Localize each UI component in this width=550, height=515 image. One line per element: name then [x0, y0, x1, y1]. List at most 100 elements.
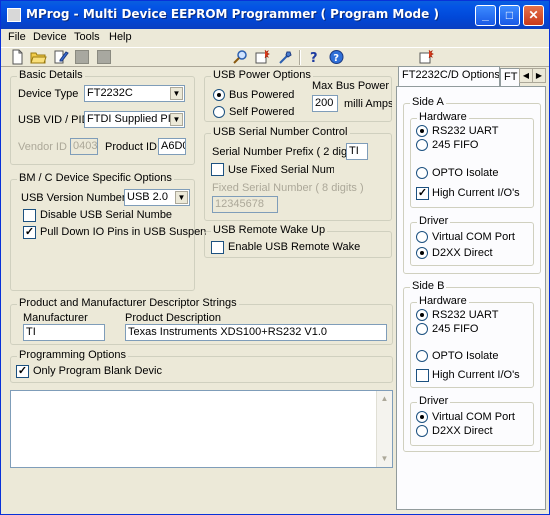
edit-icon[interactable]: [52, 49, 69, 65]
side-a-fifo-label: 245 FIFO: [432, 139, 479, 151]
disabled-icon: [75, 50, 89, 64]
group-title: Basic Details: [17, 69, 85, 81]
menu-bar: File Device Tools Help: [1, 29, 549, 47]
scroll-up-icon[interactable]: ▲: [377, 391, 392, 407]
dropdown-arrow-icon: ▼: [170, 87, 183, 100]
serial-control-group: USB Serial Number Control Serial Number …: [204, 126, 392, 221]
fixed-serial-field: 12345678: [212, 196, 278, 213]
side-a-opto-radio[interactable]: [416, 167, 428, 179]
use-fixed-serial-checkbox[interactable]: [211, 163, 224, 176]
side-b-hardware-group: Hardware RS232 UART 245 FIFO OPTO Isolat…: [410, 295, 534, 388]
usb-version-select[interactable]: USB 2.0 ▼: [124, 189, 190, 206]
open-folder-icon[interactable]: [30, 49, 47, 65]
menu-file[interactable]: File: [8, 31, 26, 43]
menu-help[interactable]: Help: [109, 31, 132, 43]
side-b-rs232-label: RS232 UART: [432, 309, 499, 321]
product-id-label: Product ID: [105, 141, 157, 153]
side-b-rs232-radio[interactable]: [416, 309, 428, 321]
side-a-rs232-radio[interactable]: [416, 125, 428, 137]
max-bus-power-label: Max Bus Power: [312, 80, 390, 92]
side-a-vcp-radio[interactable]: [416, 231, 428, 243]
tab-scroll-left-icon[interactable]: ◀: [519, 68, 533, 83]
settings-icon[interactable]: [277, 49, 294, 65]
log-output[interactable]: ▲ ▼: [10, 390, 393, 468]
search-icon[interactable]: [232, 49, 249, 65]
side-b-group: Side B Hardware RS232 UART 245 FIFO OPTO…: [403, 280, 541, 452]
vidpid-select[interactable]: FTDI Supplied PID ▼: [84, 111, 185, 128]
app-icon: [7, 8, 21, 22]
new-file-icon[interactable]: [9, 49, 26, 65]
group-title: Product and Manufacturer Descriptor Stri…: [17, 297, 239, 309]
usb-version-label: USB Version Number: [21, 192, 126, 204]
blank-only-checkbox[interactable]: ✓: [16, 365, 29, 378]
group-title: Driver: [417, 395, 451, 407]
remote-wake-checkbox[interactable]: [211, 241, 224, 254]
bus-powered-radio[interactable]: [213, 89, 225, 101]
svg-text:?: ?: [310, 51, 318, 65]
fixed-serial-label: Fixed Serial Number ( 8 digits ): [212, 182, 364, 194]
maximize-button[interactable]: □: [499, 5, 520, 26]
menu-tools[interactable]: Tools: [74, 31, 100, 43]
product-id-field[interactable]: A6D0: [158, 138, 186, 155]
window-title: MProg - Multi Device EEPROM Programmer (…: [26, 7, 439, 21]
side-a-group: Side A Hardware RS232 UART 245 FIFO OPTO…: [403, 96, 541, 274]
product-description-label: Product Description: [125, 312, 221, 324]
program-device-icon[interactable]: [254, 49, 271, 65]
vidpid-label: USB VID / PID: [18, 114, 90, 126]
tab-ft[interactable]: FT: [500, 68, 520, 86]
side-a-high-current-checkbox[interactable]: ✓: [416, 187, 429, 200]
tab-scroll-right-icon[interactable]: ▶: [532, 68, 546, 83]
side-b-vcp-radio[interactable]: [416, 411, 428, 423]
dropdown-arrow-icon: ▼: [175, 191, 188, 204]
side-a-fifo-radio[interactable]: [416, 139, 428, 151]
close-button[interactable]: ✕: [523, 5, 544, 26]
side-b-vcp-label: Virtual COM Port: [432, 411, 515, 423]
side-b-high-current-label: High Current I/O's: [432, 369, 520, 381]
tab-page: Side A Hardware RS232 UART 245 FIFO OPTO…: [396, 86, 546, 510]
side-a-hardware-group: Hardware RS232 UART 245 FIFO OPTO Isolat…: [410, 111, 534, 208]
milli-amps-label: milli Amps: [344, 98, 392, 110]
device-type-select[interactable]: FT2232C ▼: [84, 85, 185, 102]
programming-options-group: Programming Options ✓ Only Program Blank…: [10, 349, 393, 383]
log-scrollbar[interactable]: ▲ ▼: [376, 391, 392, 467]
status-bar: [1, 499, 549, 514]
serial-prefix-field[interactable]: TI: [346, 143, 368, 160]
vidpid-value: FTDI Supplied PID: [87, 113, 179, 125]
manufacturer-label: Manufacturer: [23, 312, 88, 324]
group-title: USB Remote Wake Up: [211, 224, 328, 236]
vendor-id-label: Vendor ID: [18, 141, 67, 153]
tab-ft2232c-options[interactable]: FT2232C/D Options: [398, 66, 500, 86]
side-b-high-current-checkbox[interactable]: [416, 369, 429, 382]
side-b-d2xx-radio[interactable]: [416, 425, 428, 437]
side-a-d2xx-label: D2XX Direct: [432, 247, 493, 259]
group-title: USB Power Options: [211, 69, 313, 81]
disable-serial-checkbox[interactable]: [23, 209, 36, 222]
minimize-button[interactable]: _: [475, 5, 496, 26]
group-title: Hardware: [417, 295, 469, 307]
self-powered-radio[interactable]: [213, 106, 225, 118]
side-b-fifo-radio[interactable]: [416, 323, 428, 335]
group-title: Side A: [410, 96, 446, 108]
info-icon[interactable]: ?: [328, 49, 345, 65]
svg-text:?: ?: [333, 53, 339, 64]
group-title: BM / C Device Specific Options: [17, 172, 174, 184]
basic-details-group: Basic Details Device Type FT2232C ▼ USB …: [10, 69, 195, 165]
pulldown-label: Pull Down IO Pins in USB Suspen: [40, 226, 207, 238]
title-bar[interactable]: MProg - Multi Device EEPROM Programmer (…: [1, 1, 549, 29]
max-bus-power-field[interactable]: 200: [312, 95, 338, 112]
side-b-fifo-label: 245 FIFO: [432, 323, 479, 335]
side-b-opto-radio[interactable]: [416, 350, 428, 362]
pulldown-checkbox[interactable]: ✓: [23, 226, 36, 239]
blank-only-label: Only Program Blank Devic: [33, 365, 162, 377]
help-icon[interactable]: ?: [305, 49, 322, 66]
menu-device[interactable]: Device: [33, 31, 67, 43]
program-device-icon[interactable]: [418, 49, 435, 65]
product-description-field[interactable]: Texas Instruments XDS100+RS232 V1.0: [125, 324, 387, 341]
manufacturer-field[interactable]: TI: [23, 324, 105, 341]
scroll-down-icon[interactable]: ▼: [377, 451, 392, 467]
remote-wake-group: USB Remote Wake Up Enable USB Remote Wak…: [204, 224, 392, 258]
bus-powered-label: Bus Powered: [229, 89, 295, 101]
side-a-d2xx-radio[interactable]: [416, 247, 428, 259]
side-a-driver-group: Driver Virtual COM Port D2XX Direct: [410, 215, 534, 266]
device-type-label: Device Type: [18, 88, 79, 100]
